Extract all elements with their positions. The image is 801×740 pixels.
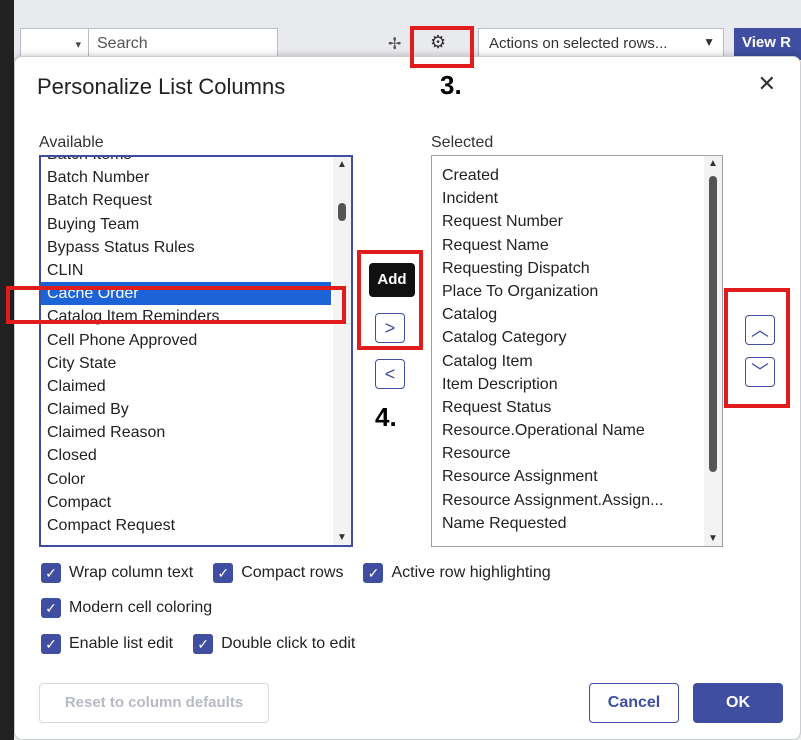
scroll-up-icon[interactable]: ▲ <box>337 159 347 170</box>
ok-button[interactable]: OK <box>693 683 783 723</box>
wrap-column-text-checkbox[interactable]: ✓ <box>41 563 61 583</box>
list-item[interactable]: Batch Request <box>47 189 331 212</box>
list-item[interactable]: Claimed By <box>47 398 331 421</box>
list-item[interactable]: Resource.Operational Name <box>442 419 702 442</box>
step-4-label: 4. <box>375 402 397 432</box>
selected-listbox[interactable]: Created Incident Request Number Request Nam… <box>431 155 723 547</box>
scroll-down-icon[interactable]: ▼ <box>708 533 718 544</box>
available-scrollbar[interactable]: ▲ ▼ <box>333 157 351 545</box>
list-item[interactable]: Resource <box>442 442 702 465</box>
list-item[interactable]: Batch Items <box>47 157 331 166</box>
list-item[interactable]: Item Description <box>442 373 702 396</box>
checkbox-row-2: ✓ Modern cell coloring <box>41 598 232 618</box>
background-edge <box>0 0 14 740</box>
list-item[interactable]: Cell Phone Approved <box>47 329 331 352</box>
list-item[interactable]: Resource Assignment.Assign... <box>442 489 702 512</box>
available-list: Batch ItemsBatch NumberBatch RequestBuyi… <box>41 157 331 537</box>
checkbox-label: Wrap column text <box>69 564 194 581</box>
list-item[interactable]: Created <box>442 164 702 187</box>
scroll-thumb[interactable] <box>709 176 717 472</box>
list-item[interactable]: Request Status <box>442 396 702 419</box>
checkbox-label: Double click to edit <box>221 635 356 652</box>
list-item[interactable]: Requesting Dispatch <box>442 257 702 280</box>
step-3-label: 3. <box>440 70 462 100</box>
list-item[interactable]: Closed <box>47 444 331 467</box>
available-label: Available <box>39 134 104 151</box>
list-item[interactable]: Catalog <box>442 303 702 326</box>
remove-column-button[interactable]: < <box>375 359 405 389</box>
pin-icon[interactable]: ✢ <box>388 34 401 54</box>
list-item[interactable]: Resource Assignment <box>442 465 702 488</box>
annotation-box-add <box>357 250 423 350</box>
modern-cell-coloring-checkbox[interactable]: ✓ <box>41 598 61 618</box>
checkbox-label: Modern cell coloring <box>69 599 213 616</box>
checkbox-row-3: ✓ Enable list edit ✓ Double click to edit <box>41 634 375 654</box>
active-row-highlighting-checkbox[interactable]: ✓ <box>363 563 384 583</box>
selected-scrollbar[interactable]: ▲ ▼ <box>704 156 722 546</box>
available-listbox[interactable]: Batch ItemsBatch NumberBatch RequestBuyi… <box>39 155 353 547</box>
list-item[interactable]: Buying Team <box>47 213 331 236</box>
cancel-button[interactable]: Cancel <box>589 683 679 723</box>
list-item[interactable]: Color <box>47 468 331 491</box>
annotation-box-gear <box>410 26 474 68</box>
scroll-down-icon[interactable]: ▼ <box>337 532 347 543</box>
list-item[interactable]: Bypass Status Rules <box>47 236 331 259</box>
selected-list: Created Incident Request Number Request Nam… <box>442 164 702 535</box>
list-item[interactable]: Claimed <box>47 375 331 398</box>
double-click-to-edit-checkbox[interactable]: ✓ <box>193 634 214 654</box>
list-item[interactable]: Compact <box>47 491 331 514</box>
list-item[interactable]: Catalog Category <box>442 326 702 349</box>
list-item[interactable]: Catalog Item <box>442 350 702 373</box>
list-item[interactable]: Compact Request <box>47 514 331 537</box>
list-item[interactable]: Name Requested <box>442 512 702 535</box>
checkbox-row-1: ✓ Wrap column text ✓ Compact rows ✓ Active … <box>41 563 571 583</box>
list-item[interactable]: Batch Number <box>47 166 331 189</box>
checkbox-label: Enable list edit <box>69 635 174 652</box>
selected-label: Selected <box>431 134 494 151</box>
dialog-title: Personalize List Columns <box>37 74 286 99</box>
compact-rows-checkbox[interactable]: ✓ <box>213 563 234 583</box>
checkbox-label: Active row highlighting <box>391 564 551 581</box>
list-item[interactable]: City State <box>47 352 331 375</box>
list-item[interactable]: Claimed Reason <box>47 421 331 444</box>
annotation-box-move <box>724 288 790 408</box>
close-icon[interactable]: ✕ <box>758 71 776 97</box>
enable-list-edit-checkbox[interactable]: ✓ <box>41 634 61 654</box>
annotation-box-cache-order <box>6 286 346 324</box>
checkbox-label: Compact rows <box>241 564 344 581</box>
reset-to-defaults-button[interactable]: Reset to column defaults <box>39 683 269 723</box>
list-item[interactable]: Incident <box>442 187 702 210</box>
scroll-thumb[interactable] <box>338 203 346 221</box>
list-item[interactable]: Place To Organization <box>442 280 702 303</box>
list-item[interactable]: CLIN <box>47 259 331 282</box>
list-item[interactable]: Request Number <box>442 210 702 233</box>
scroll-up-icon[interactable]: ▲ <box>708 158 718 169</box>
personalize-list-columns-dialog: Personalize List Columns ✕ Available Sel… <box>14 56 801 740</box>
chevron-left-icon: < <box>384 364 396 384</box>
list-item[interactable]: Request Name <box>442 234 702 257</box>
actions-label: Actions on selected rows... <box>489 35 668 52</box>
